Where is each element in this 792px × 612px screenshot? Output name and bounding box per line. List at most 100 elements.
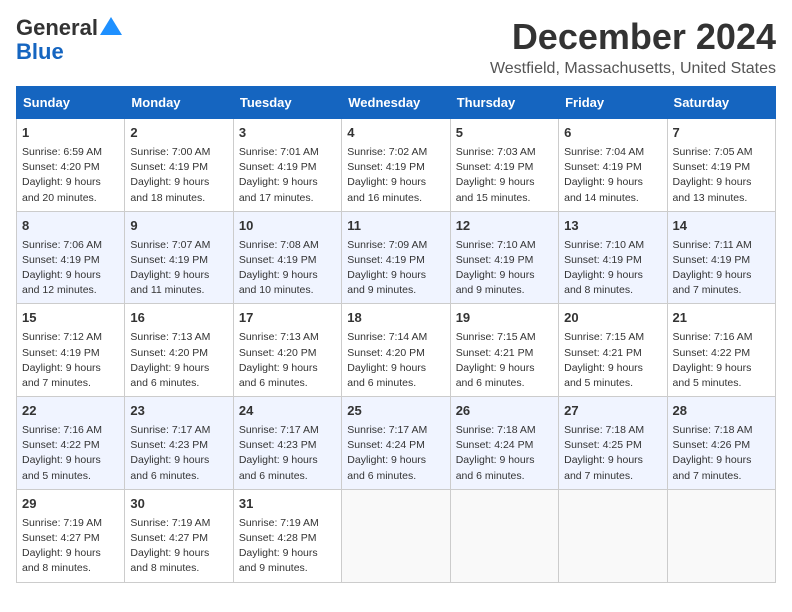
- day-number: 19: [456, 309, 553, 328]
- calendar-week-row: 29 Sunrise: 7:19 AMSunset: 4:27 PMDayligh…: [17, 489, 776, 582]
- table-row: 1 Sunrise: 6:59 AMSunset: 4:20 PMDaylight…: [17, 119, 125, 212]
- table-row: 19 Sunrise: 7:15 AMSunset: 4:21 PMDayligh…: [450, 304, 558, 397]
- day-info: Sunrise: 7:16 AMSunset: 4:22 PMDaylight:…: [673, 330, 770, 391]
- day-info: Sunrise: 7:03 AMSunset: 4:19 PMDaylight:…: [456, 145, 553, 206]
- day-info: Sunrise: 7:08 AMSunset: 4:19 PMDaylight:…: [239, 238, 336, 299]
- table-row: 27 Sunrise: 7:18 AMSunset: 4:25 PMDayligh…: [559, 397, 667, 490]
- table-row: 24Sunrise: 7:17 AMSunset: 4:23 PMDayligh…: [233, 397, 341, 490]
- day-number: 5: [456, 124, 553, 143]
- table-row: [450, 489, 558, 582]
- day-number: 30: [130, 495, 227, 514]
- location-title: Westfield, Massachusetts, United States: [490, 60, 776, 78]
- table-row: [559, 489, 667, 582]
- day-info: Sunrise: 7:10 AMSunset: 4:19 PMDaylight:…: [564, 238, 661, 299]
- calendar-week-row: 1 Sunrise: 6:59 AMSunset: 4:20 PMDaylight…: [17, 119, 776, 212]
- day-info: Sunrise: 7:05 AMSunset: 4:19 PMDaylight:…: [673, 145, 770, 206]
- calendar-week-row: 22 Sunrise: 7:16 AMSunset: 4:22 PMDayligh…: [17, 397, 776, 490]
- weekday-thursday: Thursday: [450, 87, 558, 119]
- day-number: 17: [239, 309, 336, 328]
- day-number: 11: [347, 217, 444, 236]
- day-number: 1: [22, 124, 119, 143]
- day-info: Sunrise: 7:17 AMSunset: 4:24 PMDaylight:…: [347, 423, 444, 484]
- weekday-sunday: Sunday: [17, 87, 125, 119]
- day-number: 4: [347, 124, 444, 143]
- table-row: 21Sunrise: 7:16 AMSunset: 4:22 PMDayligh…: [667, 304, 775, 397]
- day-info: Sunrise: 7:07 AMSunset: 4:19 PMDaylight:…: [130, 238, 227, 299]
- day-info: Sunrise: 7:19 AMSunset: 4:27 PMDaylight:…: [130, 516, 227, 577]
- day-info: Sunrise: 7:06 AMSunset: 4:19 PMDaylight:…: [22, 238, 119, 299]
- table-row: 13 Sunrise: 7:10 AMSunset: 4:19 PMDayligh…: [559, 211, 667, 304]
- table-row: 14 Sunrise: 7:11 AMSunset: 4:19 PMDayligh…: [667, 211, 775, 304]
- table-row: 15 Sunrise: 7:12 AMSunset: 4:19 PMDayligh…: [17, 304, 125, 397]
- table-row: 23Sunrise: 7:17 AMSunset: 4:23 PMDayligh…: [125, 397, 233, 490]
- day-number: 22: [22, 402, 119, 421]
- day-info: Sunrise: 7:18 AMSunset: 4:25 PMDaylight:…: [564, 423, 661, 484]
- table-row: 10 Sunrise: 7:08 AMSunset: 4:19 PMDayligh…: [233, 211, 341, 304]
- weekday-wednesday: Wednesday: [342, 87, 450, 119]
- day-number: 14: [673, 217, 770, 236]
- month-title: December 2024: [490, 16, 776, 58]
- day-number: 9: [130, 217, 227, 236]
- day-info: Sunrise: 7:10 AMSunset: 4:19 PMDaylight:…: [456, 238, 553, 299]
- day-number: 10: [239, 217, 336, 236]
- table-row: 30 Sunrise: 7:19 AMSunset: 4:27 PMDayligh…: [125, 489, 233, 582]
- day-number: 6: [564, 124, 661, 143]
- day-info: Sunrise: 7:11 AMSunset: 4:19 PMDaylight:…: [673, 238, 770, 299]
- day-info: Sunrise: 7:15 AMSunset: 4:21 PMDaylight:…: [564, 330, 661, 391]
- weekday-saturday: Saturday: [667, 87, 775, 119]
- day-number: 23: [130, 402, 227, 421]
- weekday-header-row: Sunday Monday Tuesday Wednesday Thursday…: [17, 87, 776, 119]
- day-info: Sunrise: 7:16 AMSunset: 4:22 PMDaylight:…: [22, 423, 119, 484]
- day-number: 8: [22, 217, 119, 236]
- day-info: Sunrise: 7:00 AMSunset: 4:19 PMDaylight:…: [130, 145, 227, 206]
- day-number: 31: [239, 495, 336, 514]
- logo-icon: [100, 15, 122, 37]
- table-row: 3Sunrise: 7:01 AMSunset: 4:19 PMDaylight…: [233, 119, 341, 212]
- day-number: 18: [347, 309, 444, 328]
- weekday-friday: Friday: [559, 87, 667, 119]
- calendar-week-row: 8 Sunrise: 7:06 AMSunset: 4:19 PMDaylight…: [17, 211, 776, 304]
- calendar-week-row: 15 Sunrise: 7:12 AMSunset: 4:19 PMDayligh…: [17, 304, 776, 397]
- day-number: 25: [347, 402, 444, 421]
- calendar-table: Sunday Monday Tuesday Wednesday Thursday…: [16, 86, 776, 583]
- table-row: 22 Sunrise: 7:16 AMSunset: 4:22 PMDayligh…: [17, 397, 125, 490]
- day-info: Sunrise: 7:13 AMSunset: 4:20 PMDaylight:…: [239, 330, 336, 391]
- day-number: 16: [130, 309, 227, 328]
- day-info: Sunrise: 7:02 AMSunset: 4:19 PMDaylight:…: [347, 145, 444, 206]
- table-row: 31Sunrise: 7:19 AMSunset: 4:28 PMDayligh…: [233, 489, 341, 582]
- table-row: [342, 489, 450, 582]
- table-row: [667, 489, 775, 582]
- day-number: 27: [564, 402, 661, 421]
- day-info: Sunrise: 7:18 AMSunset: 4:26 PMDaylight:…: [673, 423, 770, 484]
- table-row: 18Sunrise: 7:14 AMSunset: 4:20 PMDayligh…: [342, 304, 450, 397]
- table-row: 9 Sunrise: 7:07 AMSunset: 4:19 PMDaylight…: [125, 211, 233, 304]
- day-info: Sunrise: 7:17 AMSunset: 4:23 PMDaylight:…: [239, 423, 336, 484]
- day-number: 15: [22, 309, 119, 328]
- table-row: 26Sunrise: 7:18 AMSunset: 4:24 PMDayligh…: [450, 397, 558, 490]
- day-info: Sunrise: 7:19 AMSunset: 4:27 PMDaylight:…: [22, 516, 119, 577]
- table-row: 16Sunrise: 7:13 AMSunset: 4:20 PMDayligh…: [125, 304, 233, 397]
- day-info: Sunrise: 7:15 AMSunset: 4:21 PMDaylight:…: [456, 330, 553, 391]
- logo-blue: Blue: [16, 40, 64, 64]
- day-number: 29: [22, 495, 119, 514]
- table-row: 29 Sunrise: 7:19 AMSunset: 4:27 PMDayligh…: [17, 489, 125, 582]
- table-row: 20Sunrise: 7:15 AMSunset: 4:21 PMDayligh…: [559, 304, 667, 397]
- table-row: 12 Sunrise: 7:10 AMSunset: 4:19 PMDayligh…: [450, 211, 558, 304]
- weekday-monday: Monday: [125, 87, 233, 119]
- table-row: 4 Sunrise: 7:02 AMSunset: 4:19 PMDaylight…: [342, 119, 450, 212]
- table-row: 2 Sunrise: 7:00 AMSunset: 4:19 PMDaylight…: [125, 119, 233, 212]
- day-info: Sunrise: 7:12 AMSunset: 4:19 PMDaylight:…: [22, 330, 119, 391]
- day-number: 2: [130, 124, 227, 143]
- title-area: December 2024 Westfield, Massachusetts, …: [490, 16, 776, 78]
- day-info: Sunrise: 6:59 AMSunset: 4:20 PMDaylight:…: [22, 145, 119, 206]
- calendar-body: 1 Sunrise: 6:59 AMSunset: 4:20 PMDaylight…: [17, 119, 776, 583]
- day-number: 3: [239, 124, 336, 143]
- day-info: Sunrise: 7:18 AMSunset: 4:24 PMDaylight:…: [456, 423, 553, 484]
- logo-general: General: [16, 16, 98, 40]
- weekday-tuesday: Tuesday: [233, 87, 341, 119]
- table-row: 17 Sunrise: 7:13 AMSunset: 4:20 PMDayligh…: [233, 304, 341, 397]
- table-row: 11Sunrise: 7:09 AMSunset: 4:19 PMDayligh…: [342, 211, 450, 304]
- table-row: 7Sunrise: 7:05 AMSunset: 4:19 PMDaylight…: [667, 119, 775, 212]
- day-number: 13: [564, 217, 661, 236]
- day-number: 12: [456, 217, 553, 236]
